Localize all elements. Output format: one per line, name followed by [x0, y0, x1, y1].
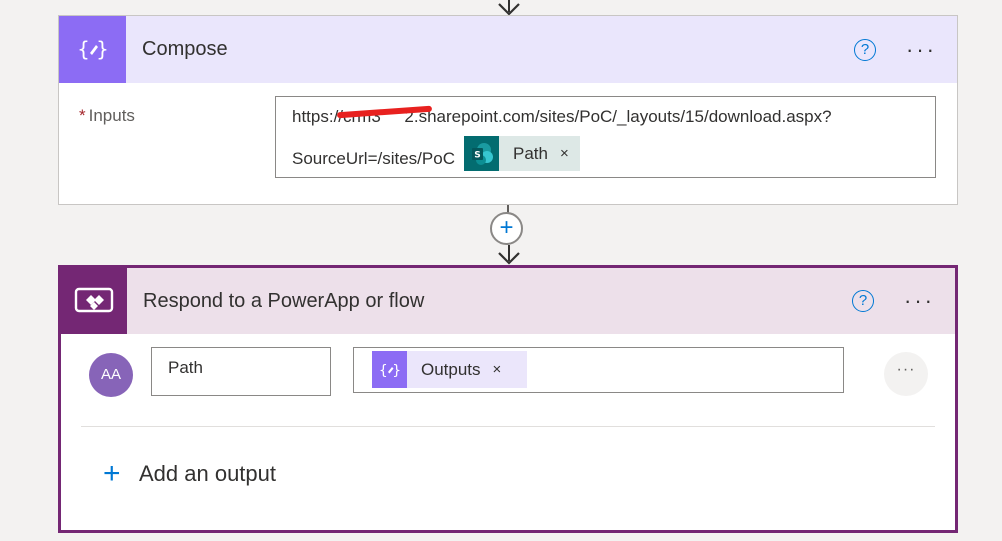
- more-options-icon[interactable]: ···: [904, 290, 935, 312]
- compose-title: Compose: [142, 38, 228, 60]
- sharepoint-icon: S: [464, 136, 499, 171]
- remove-token-icon[interactable]: ×: [493, 361, 502, 378]
- add-output-button[interactable]: + Add an output: [103, 457, 277, 490]
- outputs-dynamic-token[interactable]: { } Outputs ×: [372, 351, 527, 388]
- add-step-button[interactable]: +: [490, 212, 523, 245]
- respond-action-card[interactable]: Respond to a PowerApp or flow ? ··· AA P…: [58, 265, 958, 533]
- row-more-options-button[interactable]: ···: [884, 352, 928, 396]
- url-text-line2: SourceUrl=/sites/PoC: [292, 149, 455, 168]
- svg-text:S: S: [474, 150, 480, 160]
- inputs-label: * Inputs: [79, 106, 135, 126]
- required-marker: *: [79, 106, 86, 125]
- text-output-avatar-icon: AA: [89, 353, 133, 397]
- respond-header[interactable]: Respond to a PowerApp or flow ? ···: [61, 268, 955, 334]
- more-options-icon[interactable]: ···: [906, 38, 937, 60]
- path-token-label: Path: [513, 143, 548, 163]
- help-icon[interactable]: ?: [854, 38, 877, 61]
- compose-action-card[interactable]: { } Compose ? ··· * Inputs https://crm3 2…: [58, 15, 958, 205]
- divider: [81, 426, 935, 427]
- output-name-input[interactable]: Path: [151, 347, 331, 396]
- inputs-label-text: Inputs: [88, 106, 135, 125]
- add-output-label: Add an output: [139, 461, 277, 486]
- remove-token-icon[interactable]: ×: [560, 145, 569, 162]
- compose-braces-icon: { }: [59, 16, 126, 83]
- connector-arrow-down: [498, 245, 520, 265]
- output-value-input[interactable]: { } Outputs ×: [353, 347, 844, 393]
- plus-icon: +: [103, 457, 121, 490]
- help-icon[interactable]: ?: [852, 290, 875, 312]
- powerapps-icon: [61, 268, 127, 334]
- compose-header[interactable]: { } Compose ? ···: [59, 16, 957, 83]
- outputs-token-label: Outputs: [421, 359, 481, 379]
- braces-icon: { }: [372, 351, 407, 388]
- inputs-field[interactable]: https://crm3 2.sharepoint.com/sites/PoC/…: [275, 96, 936, 178]
- respond-title: Respond to a PowerApp or flow: [143, 289, 425, 312]
- connector-arrow-top: [498, 0, 520, 16]
- path-dynamic-token[interactable]: S Path ×: [464, 136, 580, 171]
